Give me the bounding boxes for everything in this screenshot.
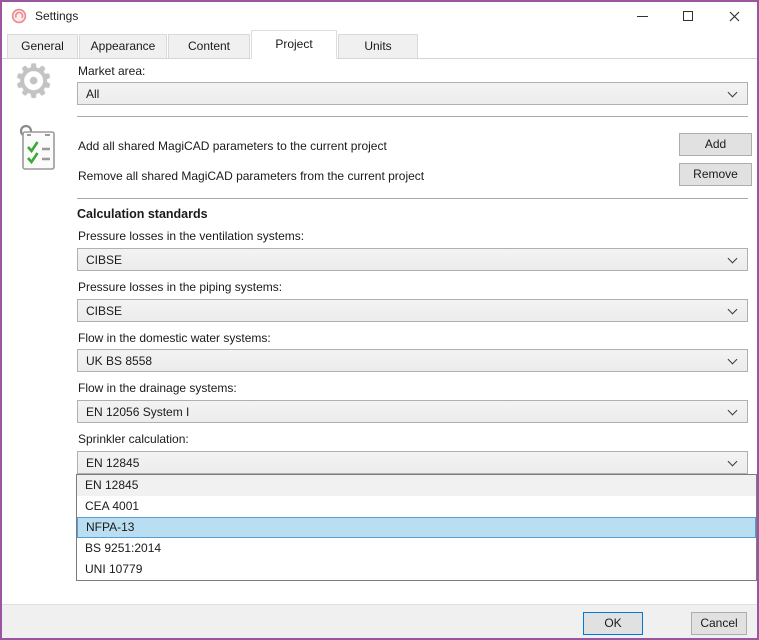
separator <box>77 116 748 117</box>
window-title: Settings <box>35 9 78 23</box>
maximize-icon <box>683 11 693 21</box>
drainage-flow-label: Flow in the drainage systems: <box>78 381 237 395</box>
sprinkler-options-dropdown: EN 12845 CEA 4001 NFPA-13 BS 9251:2014 U… <box>76 474 757 581</box>
chevron-down-icon <box>728 254 738 264</box>
remove-parameters-text: Remove all shared MagiCAD parameters fro… <box>78 169 424 183</box>
close-icon <box>729 11 740 22</box>
separator <box>77 198 748 199</box>
checklist-icon <box>16 123 60 178</box>
minimize-button[interactable] <box>619 2 665 30</box>
ventilation-pressure-value: CIBSE <box>86 253 122 267</box>
settings-dialog: Settings General Appearance Content Proj… <box>0 0 759 640</box>
domestic-water-label: Flow in the domestic water systems: <box>78 331 271 345</box>
option-bs-9251-2014[interactable]: BS 9251:2014 <box>77 538 756 559</box>
drainage-flow-value: EN 12056 System I <box>86 405 189 419</box>
gear-icon: ⚙ <box>13 58 54 104</box>
option-en-12845[interactable]: EN 12845 <box>77 475 756 496</box>
option-uni-10779[interactable]: UNI 10779 <box>77 559 756 580</box>
magicad-logo-icon <box>11 8 27 24</box>
option-cea-4001[interactable]: CEA 4001 <box>77 496 756 517</box>
titlebar: Settings <box>2 2 757 30</box>
sprinkler-calculation-label: Sprinkler calculation: <box>78 432 189 446</box>
chevron-down-icon <box>728 88 738 98</box>
maximize-button[interactable] <box>665 2 711 30</box>
sprinkler-calculation-select[interactable]: EN 12845 <box>77 451 748 474</box>
sprinkler-calculation-value: EN 12845 <box>86 456 139 470</box>
ventilation-pressure-select[interactable]: CIBSE <box>77 248 748 271</box>
market-area-value: All <box>86 87 99 101</box>
piping-pressure-select[interactable]: CIBSE <box>77 299 748 322</box>
drainage-flow-select[interactable]: EN 12056 System I <box>77 400 748 423</box>
tab-units[interactable]: Units <box>338 34 418 58</box>
minimize-icon <box>637 16 648 17</box>
ventilation-pressure-label: Pressure losses in the ventilation syste… <box>78 229 304 243</box>
tab-bar: General Appearance Content Project Units <box>2 30 757 59</box>
piping-pressure-label: Pressure losses in the piping systems: <box>78 280 282 294</box>
close-button[interactable] <box>711 2 757 30</box>
add-button[interactable]: Add <box>679 133 752 156</box>
chevron-down-icon <box>728 406 738 416</box>
tab-project[interactable]: Project <box>251 30 337 59</box>
domestic-water-value: UK BS 8558 <box>86 354 152 368</box>
option-nfpa-13[interactable]: NFPA-13 <box>77 517 756 538</box>
tab-content[interactable]: Content <box>168 34 250 58</box>
piping-pressure-value: CIBSE <box>86 304 122 318</box>
tab-appearance[interactable]: Appearance <box>79 34 167 58</box>
market-area-label: Market area: <box>78 64 145 78</box>
cancel-button[interactable]: Cancel <box>691 612 747 635</box>
project-tab-panel: ⚙ Market area: All Add all shared MagiCA… <box>2 59 757 604</box>
chevron-down-icon <box>728 305 738 315</box>
dialog-footer: OK Cancel <box>2 604 757 638</box>
add-parameters-text: Add all shared MagiCAD parameters to the… <box>78 139 387 153</box>
calculation-standards-heading: Calculation standards <box>77 207 208 221</box>
chevron-down-icon <box>728 355 738 365</box>
remove-button[interactable]: Remove <box>679 163 752 186</box>
chevron-down-icon <box>728 457 738 467</box>
ok-button[interactable]: OK <box>583 612 643 635</box>
domestic-water-select[interactable]: UK BS 8558 <box>77 349 748 372</box>
market-area-select[interactable]: All <box>77 82 748 105</box>
window-controls <box>619 2 757 30</box>
